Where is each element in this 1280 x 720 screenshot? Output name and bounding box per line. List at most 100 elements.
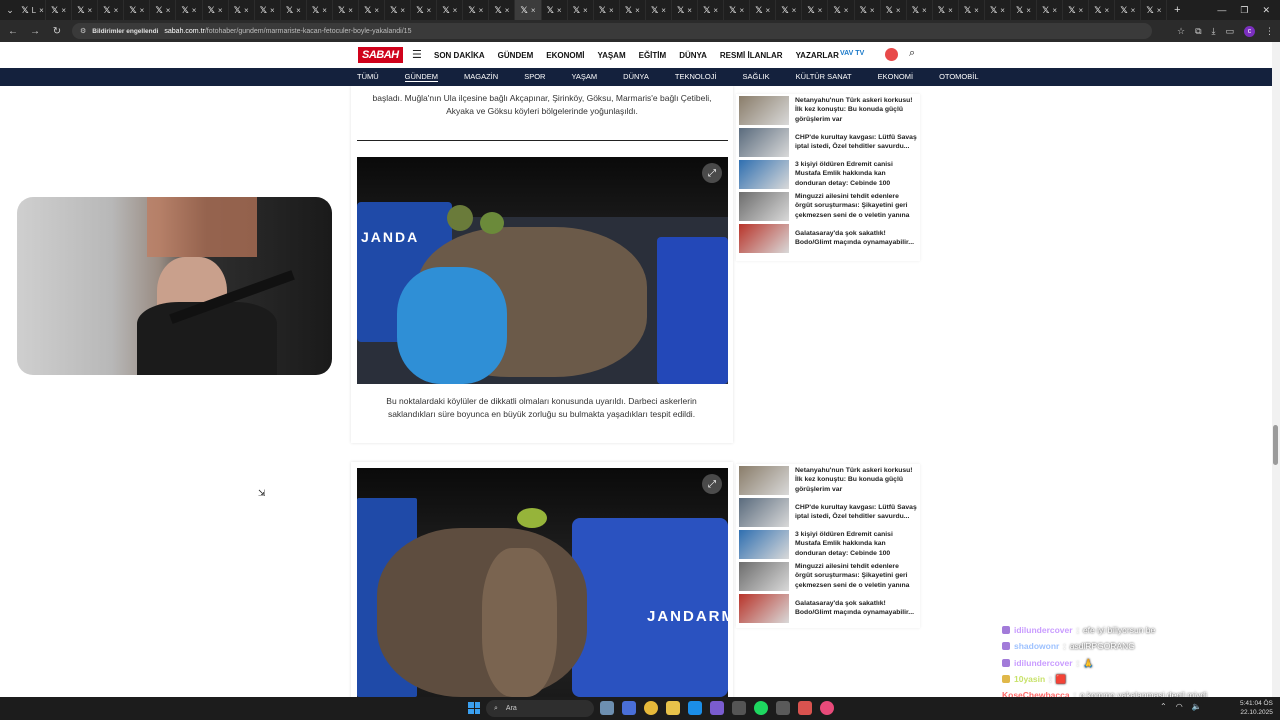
sidebar-news-item[interactable]: Galatasaray'da şok sakatlık! Bodo/Glimt … [736,592,920,624]
tab-close-icon[interactable]: × [218,6,223,15]
sidebar-news-thumbnail[interactable] [739,561,789,591]
tab-close-icon[interactable]: × [244,6,249,15]
sidebar-news-title[interactable]: Netanyahu'nun Türk askeri korkusu! İlk k… [795,466,917,495]
sidebar-news-item[interactable]: Minguzzi ailesini tehdit edenlere örgüt … [736,190,920,222]
sidebar-news-thumbnail[interactable] [739,223,789,253]
browser-tab[interactable]: 𝕏 × [828,0,855,20]
tab-close-icon[interactable]: × [739,6,744,15]
site-info-icon[interactable]: ⚙ [80,27,86,35]
sidebar-news-thumbnail[interactable] [739,465,789,495]
browser-tab[interactable]: 𝕏 × [463,0,490,20]
tab-close-icon[interactable]: × [661,6,666,15]
tab-close-icon[interactable]: × [114,6,119,15]
sidebar-news-thumbnail[interactable] [739,159,789,189]
browser-tab[interactable]: 𝕏 × [620,0,646,20]
browser-tab[interactable]: 𝕏 × [515,0,542,20]
main-nav-item[interactable]: EĞİTİM [639,51,667,60]
browser-tab[interactable]: 𝕏 × [698,0,725,20]
file-explorer-icon[interactable] [666,701,680,715]
tab-close-icon[interactable]: × [87,6,92,15]
sub-nav-item[interactable]: GÜNDEM [404,72,439,82]
sidebar-news-item[interactable]: CHP'de kurultay kavgası: Lütfü Savaş ipt… [736,126,920,158]
article-photo-1[interactable]: JANDA ⤢ [357,157,728,384]
taskbar-app-10-icon[interactable] [798,701,812,715]
sidebar-news-title[interactable]: CHP'de kurultay kavgası: Lütfü Savaş ipt… [795,133,917,152]
tab-close-icon[interactable]: × [140,6,145,15]
tab-close-icon[interactable]: × [583,6,588,15]
browser-tab[interactable]: 𝕏 × [776,0,803,20]
menu-icon[interactable]: ⋮ [1265,26,1274,37]
sidebar-news-thumbnail[interactable] [739,127,789,157]
sidebar-news-item[interactable]: 3 kişiyi öldüren Edremit canisi Mustafa … [736,158,920,190]
tab-close-icon[interactable]: × [505,6,510,15]
browser-tab[interactable]: 𝕏 × [176,0,203,20]
sidebar-news-thumbnail[interactable] [739,497,789,527]
browser-tab[interactable]: 𝕏 × [672,0,699,20]
sidebar-news-title[interactable]: Galatasaray'da şok sakatlık! Bodo/Glimt … [795,229,917,248]
tab-close-icon[interactable]: × [870,6,875,15]
browser-tab[interactable]: 𝕏 × [333,0,360,20]
tab-close-icon[interactable]: × [1157,6,1162,15]
sidebar-news-thumbnail[interactable] [739,95,789,125]
tab-close-icon[interactable]: × [322,6,327,15]
sidebar-news-item[interactable]: Netanyahu'nun Türk askeri korkusu! İlk k… [736,94,920,126]
sub-nav-item[interactable]: OTOMOBİL [939,72,978,82]
page-scrollbar[interactable] [1272,42,1280,697]
sidebar-news-thumbnail[interactable] [739,529,789,559]
sidebar-news-item[interactable]: Minguzzi ailesini tehdit edenlere örgüt … [736,560,920,592]
browser-tab[interactable]: 𝕏 × [985,0,1011,20]
tab-close-icon[interactable]: × [1078,6,1083,15]
tab-close-icon[interactable]: × [192,6,197,15]
browser-tab[interactable]: 𝕏 × [881,0,907,20]
scrollbar-thumb[interactable] [1273,425,1278,465]
sidebar-news-title[interactable]: Minguzzi ailesini tehdit edenlere örgüt … [795,562,917,591]
volume-icon[interactable]: 🔈 [1192,702,1202,711]
taskbar-app-7-icon[interactable] [732,701,746,715]
taskbar-app-9-icon[interactable] [776,701,790,715]
live-icon[interactable] [885,48,898,61]
browser-tab[interactable]: 𝕏 × [855,0,881,20]
tab-close-icon[interactable]: × [687,6,692,15]
tab-close-icon[interactable]: × [427,6,432,15]
browser-tab[interactable]: 𝕏 × [385,0,412,20]
browser-tab[interactable]: 𝕏 × [489,0,516,20]
sub-nav-item[interactable]: MAGAZİN [464,72,498,82]
taskbar-app-1-icon[interactable] [600,701,614,715]
new-tab-button[interactable]: + [1167,4,1187,16]
sub-nav-item[interactable]: EKONOMİ [878,72,913,82]
browser-tab[interactable]: 𝕏 × [1141,0,1168,20]
tab-close-icon[interactable]: × [531,6,536,15]
browser-tab[interactable]: 𝕏 × [203,0,229,20]
tab-close-icon[interactable]: × [1131,6,1136,15]
main-nav-item[interactable]: RESMİ İLANLAR [720,51,783,60]
taskbar-clock[interactable]: 5:41:04 ÖS 22.10.2025 [1240,699,1273,717]
browser-tab[interactable]: 𝕏 × [594,0,620,20]
restore-icon[interactable]: ❐ [1240,5,1248,16]
tab-close-icon[interactable]: × [948,6,953,15]
tab-close-icon[interactable]: × [766,6,771,15]
sidebar-news-item[interactable]: Galatasaray'da şok sakatlık! Bodo/Glimt … [736,222,920,254]
taskbar-app-11-icon[interactable] [820,701,834,715]
browser-tab[interactable]: 𝕏 × [933,0,959,20]
search-icon[interactable]: ⌕ [909,47,915,60]
vavtv-link[interactable]: VAV TV [840,50,864,57]
tab-close-icon[interactable]: × [1105,6,1110,15]
tab-close-icon[interactable]: × [974,6,979,15]
browser-tab[interactable]: 𝕏 × [411,0,438,20]
sidebar-news-item[interactable]: 3 kişiyi öldüren Edremit canisi Mustafa … [736,528,920,560]
start-windows-icon[interactable] [468,702,480,714]
browser-tab[interactable]: 𝕏 × [1063,0,1090,20]
sub-nav-item[interactable]: TÜMÜ [357,72,379,82]
browser-tab[interactable]: 𝕏 × [1089,0,1116,20]
tab-close-icon[interactable]: × [270,6,275,15]
browser-tab[interactable]: 𝕏 × [907,0,933,20]
sub-nav-item[interactable]: TEKNOLOJİ [675,72,717,82]
browser-tab[interactable]: 𝕏 × [802,0,829,20]
chrome-icon[interactable] [644,701,658,715]
minimize-icon[interactable]: — [1217,5,1226,16]
browser-tab[interactable]: 𝕏 × [1115,0,1142,20]
address-bar[interactable]: ⚙ Bildirimler engellendi sabah.com.tr/fo… [72,23,1152,39]
taskbar-search[interactable]: ⌕ Ara [486,700,594,717]
tab-close-icon[interactable]: × [844,6,849,15]
browser-tab[interactable]: 𝕏 × [46,0,73,20]
